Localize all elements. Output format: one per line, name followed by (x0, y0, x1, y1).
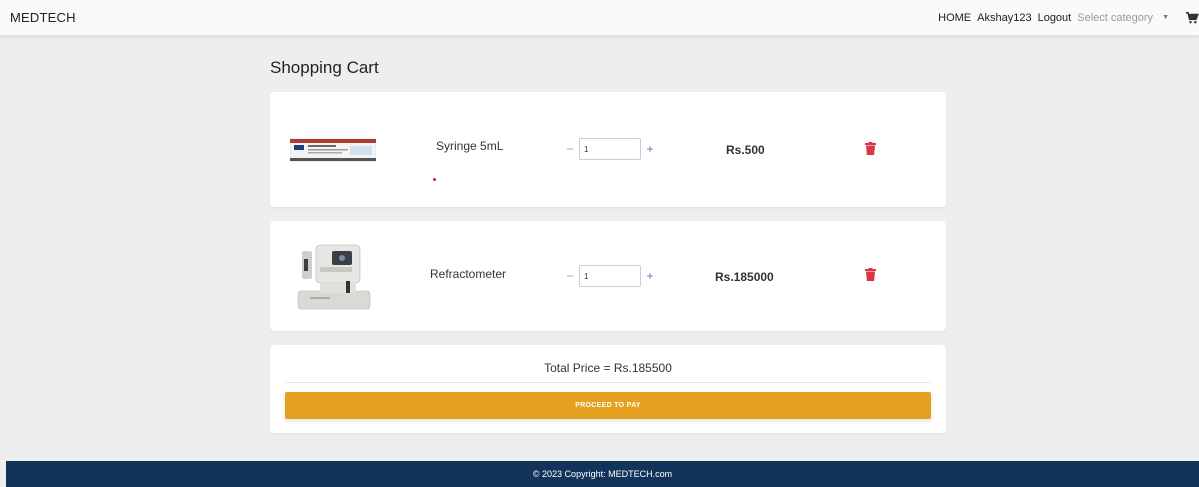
decrease-quantity-button[interactable]: − (563, 142, 577, 156)
product-price: Rs.500 (726, 143, 765, 157)
increase-quantity-button[interactable]: + (643, 269, 657, 283)
cart-item: Refractometer − + Rs.185000 (270, 221, 946, 331)
product-price: Rs.185000 (715, 270, 774, 284)
top-navbar: MEDTECH HOME Akshay123 Logout Select cat… (0, 0, 1199, 35)
proceed-to-pay-button[interactable]: PROCEED TO PAY (285, 392, 931, 419)
category-select-label: Select category (1077, 11, 1154, 24)
cart-item: Syringe 5mL − + Rs.500 (270, 92, 946, 207)
page-title: Shopping Cart (270, 58, 379, 77)
caret-down-icon: ▼ (1162, 14, 1169, 21)
nav-menu: HOME Akshay123 Logout Select category ▼ (938, 11, 1199, 25)
refractometer-image (290, 237, 376, 317)
category-select[interactable]: Select category ▼ (1077, 12, 1175, 24)
product-name[interactable]: Refractometer (430, 267, 506, 281)
syringe-box-image (290, 138, 376, 162)
increase-quantity-button[interactable]: + (643, 142, 657, 156)
trash-icon[interactable] (865, 142, 876, 155)
product-name[interactable]: Syringe 5mL (436, 139, 503, 153)
footer: © 2023 Copyright: MEDTECH.com (6, 461, 1199, 487)
quantity-input[interactable] (579, 138, 641, 160)
brand-logo[interactable]: MEDTECH (10, 10, 76, 25)
footer-copyright: © 2023 Copyright: MEDTECH.com (532, 469, 673, 479)
quantity-stepper: − + (563, 138, 657, 160)
divider (285, 382, 931, 383)
cart-icon[interactable] (1185, 11, 1199, 25)
decrease-quantity-button[interactable]: − (563, 269, 577, 283)
nav-username[interactable]: Akshay123 (977, 12, 1031, 24)
nav-logout-link[interactable]: Logout (1038, 12, 1072, 24)
quantity-input[interactable] (579, 265, 641, 287)
cart-summary: Total Price = Rs.185500 PROCEED TO PAY (270, 345, 946, 433)
nav-home-link[interactable]: HOME (938, 12, 971, 24)
quantity-stepper: − + (563, 265, 657, 287)
red-dot-indicator (433, 178, 436, 181)
trash-icon[interactable] (865, 268, 876, 281)
total-price: Total Price = Rs.185500 (544, 361, 672, 375)
